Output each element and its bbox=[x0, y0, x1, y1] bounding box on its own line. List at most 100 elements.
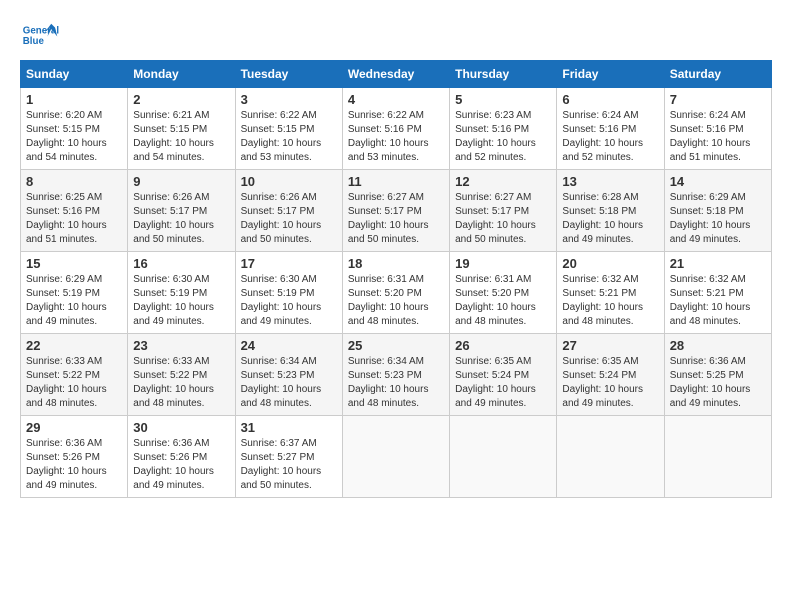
calendar-day-cell: 30 Sunrise: 6:36 AM Sunset: 5:26 PM Dayli… bbox=[128, 416, 235, 498]
day-info: Sunrise: 6:26 AM Sunset: 5:17 PM Dayligh… bbox=[241, 191, 337, 247]
day-number: 8 bbox=[26, 174, 122, 189]
day-number: 23 bbox=[133, 338, 229, 353]
weekday-header-wednesday: Wednesday bbox=[342, 61, 449, 88]
weekday-header-thursday: Thursday bbox=[450, 61, 557, 88]
day-number: 1 bbox=[26, 92, 122, 107]
day-number: 14 bbox=[670, 174, 766, 189]
day-number: 13 bbox=[562, 174, 658, 189]
calendar-day-cell bbox=[557, 416, 664, 498]
day-info: Sunrise: 6:36 AM Sunset: 5:25 PM Dayligh… bbox=[670, 355, 766, 411]
day-number: 29 bbox=[26, 420, 122, 435]
calendar-day-cell: 11 Sunrise: 6:27 AM Sunset: 5:17 PM Dayli… bbox=[342, 170, 449, 252]
day-info: Sunrise: 6:29 AM Sunset: 5:18 PM Dayligh… bbox=[670, 191, 766, 247]
calendar-day-cell: 1 Sunrise: 6:20 AM Sunset: 5:15 PM Daylig… bbox=[21, 88, 128, 170]
day-number: 15 bbox=[26, 256, 122, 271]
calendar-day-cell: 25 Sunrise: 6:34 AM Sunset: 5:23 PM Dayli… bbox=[342, 334, 449, 416]
calendar-day-cell bbox=[664, 416, 771, 498]
day-info: Sunrise: 6:37 AM Sunset: 5:27 PM Dayligh… bbox=[241, 437, 337, 493]
day-number: 25 bbox=[348, 338, 444, 353]
day-number: 11 bbox=[348, 174, 444, 189]
page-header: General Blue bbox=[20, 20, 772, 50]
weekday-header-row: SundayMondayTuesdayWednesdayThursdayFrid… bbox=[21, 61, 772, 88]
calendar-day-cell bbox=[450, 416, 557, 498]
calendar-day-cell: 14 Sunrise: 6:29 AM Sunset: 5:18 PM Dayli… bbox=[664, 170, 771, 252]
day-number: 26 bbox=[455, 338, 551, 353]
day-info: Sunrise: 6:30 AM Sunset: 5:19 PM Dayligh… bbox=[241, 273, 337, 329]
day-number: 2 bbox=[133, 92, 229, 107]
calendar-week-row: 22 Sunrise: 6:33 AM Sunset: 5:22 PM Dayli… bbox=[21, 334, 772, 416]
day-number: 4 bbox=[348, 92, 444, 107]
calendar-day-cell: 2 Sunrise: 6:21 AM Sunset: 5:15 PM Daylig… bbox=[128, 88, 235, 170]
day-info: Sunrise: 6:25 AM Sunset: 5:16 PM Dayligh… bbox=[26, 191, 122, 247]
calendar-table: SundayMondayTuesdayWednesdayThursdayFrid… bbox=[20, 60, 772, 498]
day-number: 6 bbox=[562, 92, 658, 107]
calendar-day-cell: 26 Sunrise: 6:35 AM Sunset: 5:24 PM Dayli… bbox=[450, 334, 557, 416]
day-number: 12 bbox=[455, 174, 551, 189]
day-info: Sunrise: 6:34 AM Sunset: 5:23 PM Dayligh… bbox=[348, 355, 444, 411]
weekday-header-friday: Friday bbox=[557, 61, 664, 88]
calendar-day-cell: 13 Sunrise: 6:28 AM Sunset: 5:18 PM Dayli… bbox=[557, 170, 664, 252]
day-info: Sunrise: 6:36 AM Sunset: 5:26 PM Dayligh… bbox=[26, 437, 122, 493]
calendar-day-cell: 12 Sunrise: 6:27 AM Sunset: 5:17 PM Dayli… bbox=[450, 170, 557, 252]
calendar-day-cell: 23 Sunrise: 6:33 AM Sunset: 5:22 PM Dayli… bbox=[128, 334, 235, 416]
day-number: 18 bbox=[348, 256, 444, 271]
day-info: Sunrise: 6:28 AM Sunset: 5:18 PM Dayligh… bbox=[562, 191, 658, 247]
day-info: Sunrise: 6:26 AM Sunset: 5:17 PM Dayligh… bbox=[133, 191, 229, 247]
weekday-header-tuesday: Tuesday bbox=[235, 61, 342, 88]
calendar-day-cell: 24 Sunrise: 6:34 AM Sunset: 5:23 PM Dayli… bbox=[235, 334, 342, 416]
day-number: 16 bbox=[133, 256, 229, 271]
day-info: Sunrise: 6:33 AM Sunset: 5:22 PM Dayligh… bbox=[133, 355, 229, 411]
calendar-day-cell: 19Sunrise: 6:31 AM Sunset: 5:20 PM Dayli… bbox=[450, 252, 557, 334]
calendar-day-cell: 28 Sunrise: 6:36 AM Sunset: 5:25 PM Dayli… bbox=[664, 334, 771, 416]
day-info: Sunrise: 6:21 AM Sunset: 5:15 PM Dayligh… bbox=[133, 109, 229, 165]
day-info: Sunrise: 6:27 AM Sunset: 5:17 PM Dayligh… bbox=[455, 191, 551, 247]
calendar-day-cell: 8 Sunrise: 6:25 AM Sunset: 5:16 PM Daylig… bbox=[21, 170, 128, 252]
logo-icon: General Blue bbox=[20, 20, 60, 50]
calendar-week-row: 15 Sunrise: 6:29 AM Sunset: 5:19 PM Dayli… bbox=[21, 252, 772, 334]
calendar-week-row: 29 Sunrise: 6:36 AM Sunset: 5:26 PM Dayli… bbox=[21, 416, 772, 498]
calendar-day-cell: 27Sunrise: 6:35 AM Sunset: 5:24 PM Dayli… bbox=[557, 334, 664, 416]
day-number: 3 bbox=[241, 92, 337, 107]
calendar-day-cell: 18Sunrise: 6:31 AM Sunset: 5:20 PM Dayli… bbox=[342, 252, 449, 334]
calendar-day-cell: 10Sunrise: 6:26 AM Sunset: 5:17 PM Dayli… bbox=[235, 170, 342, 252]
day-info: Sunrise: 6:32 AM Sunset: 5:21 PM Dayligh… bbox=[670, 273, 766, 329]
day-number: 28 bbox=[670, 338, 766, 353]
calendar-day-cell bbox=[342, 416, 449, 498]
weekday-header-saturday: Saturday bbox=[664, 61, 771, 88]
calendar-day-cell: 22 Sunrise: 6:33 AM Sunset: 5:22 PM Dayli… bbox=[21, 334, 128, 416]
calendar-day-cell: 21Sunrise: 6:32 AM Sunset: 5:21 PM Dayli… bbox=[664, 252, 771, 334]
calendar-week-row: 1 Sunrise: 6:20 AM Sunset: 5:15 PM Daylig… bbox=[21, 88, 772, 170]
day-number: 5 bbox=[455, 92, 551, 107]
day-info: Sunrise: 6:36 AM Sunset: 5:26 PM Dayligh… bbox=[133, 437, 229, 493]
day-number: 7 bbox=[670, 92, 766, 107]
logo: General Blue bbox=[20, 20, 60, 50]
day-number: 20 bbox=[562, 256, 658, 271]
day-info: Sunrise: 6:22 AM Sunset: 5:15 PM Dayligh… bbox=[241, 109, 337, 165]
day-number: 30 bbox=[133, 420, 229, 435]
day-info: Sunrise: 6:35 AM Sunset: 5:24 PM Dayligh… bbox=[562, 355, 658, 411]
day-info: Sunrise: 6:35 AM Sunset: 5:24 PM Dayligh… bbox=[455, 355, 551, 411]
calendar-day-cell: 3 Sunrise: 6:22 AM Sunset: 5:15 PM Daylig… bbox=[235, 88, 342, 170]
day-info: Sunrise: 6:22 AM Sunset: 5:16 PM Dayligh… bbox=[348, 109, 444, 165]
svg-text:Blue: Blue bbox=[23, 36, 45, 47]
calendar-day-cell: 5Sunrise: 6:23 AM Sunset: 5:16 PM Daylig… bbox=[450, 88, 557, 170]
day-info: Sunrise: 6:29 AM Sunset: 5:19 PM Dayligh… bbox=[26, 273, 122, 329]
day-number: 24 bbox=[241, 338, 337, 353]
day-info: Sunrise: 6:27 AM Sunset: 5:17 PM Dayligh… bbox=[348, 191, 444, 247]
calendar-day-cell: 20Sunrise: 6:32 AM Sunset: 5:21 PM Dayli… bbox=[557, 252, 664, 334]
day-number: 17 bbox=[241, 256, 337, 271]
day-info: Sunrise: 6:33 AM Sunset: 5:22 PM Dayligh… bbox=[26, 355, 122, 411]
calendar-day-cell: 7 Sunrise: 6:24 AM Sunset: 5:16 PM Daylig… bbox=[664, 88, 771, 170]
day-info: Sunrise: 6:20 AM Sunset: 5:15 PM Dayligh… bbox=[26, 109, 122, 165]
day-info: Sunrise: 6:34 AM Sunset: 5:23 PM Dayligh… bbox=[241, 355, 337, 411]
calendar-day-cell: 4 Sunrise: 6:22 AM Sunset: 5:16 PM Daylig… bbox=[342, 88, 449, 170]
day-info: Sunrise: 6:24 AM Sunset: 5:16 PM Dayligh… bbox=[670, 109, 766, 165]
calendar-week-row: 8 Sunrise: 6:25 AM Sunset: 5:16 PM Daylig… bbox=[21, 170, 772, 252]
calendar-day-cell: 16 Sunrise: 6:30 AM Sunset: 5:19 PM Dayli… bbox=[128, 252, 235, 334]
day-number: 22 bbox=[26, 338, 122, 353]
calendar-day-cell: 9Sunrise: 6:26 AM Sunset: 5:17 PM Daylig… bbox=[128, 170, 235, 252]
day-info: Sunrise: 6:24 AM Sunset: 5:16 PM Dayligh… bbox=[562, 109, 658, 165]
day-number: 19 bbox=[455, 256, 551, 271]
day-info: Sunrise: 6:30 AM Sunset: 5:19 PM Dayligh… bbox=[133, 273, 229, 329]
calendar-day-cell: 6 Sunrise: 6:24 AM Sunset: 5:16 PM Daylig… bbox=[557, 88, 664, 170]
